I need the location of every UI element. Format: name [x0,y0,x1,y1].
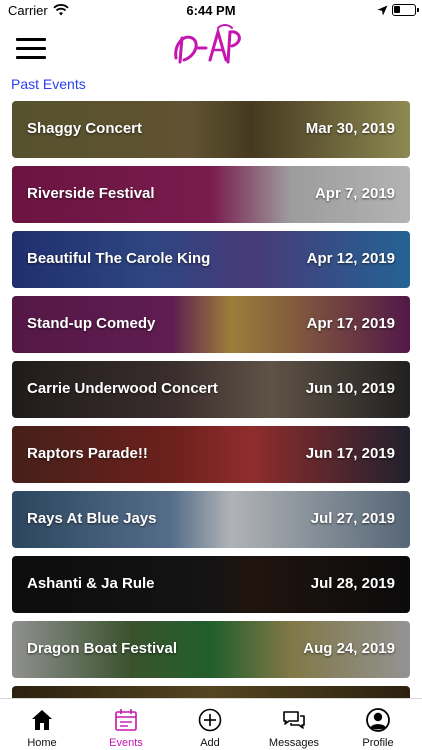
event-card[interactable]: Dragon Boat Festival Aug 24, 2019 [12,621,410,678]
event-card[interactable]: Shaggy Concert Mar 30, 2019 [12,101,410,158]
event-name: Carrie Underwood Concert [27,380,218,397]
tab-messages-label: Messages [268,737,320,749]
event-name: Beautiful The Carole King [27,250,211,267]
tab-events[interactable]: Events [84,699,168,750]
battery-icon [392,4,419,16]
tab-add-label: Add [200,737,220,749]
app-logo [174,24,241,64]
event-card[interactable]: Rays At Blue Jays Jul 27, 2019 [12,491,410,548]
tab-add[interactable]: Add [168,699,252,750]
event-date: Jul 28, 2019 [310,575,395,592]
event-date: Aug 24, 2019 [303,640,395,657]
event-date: Jun 17, 2019 [305,445,395,462]
events-list: Shaggy Concert Mar 30, 2019 Riverside Fe… [12,101,410,750]
nav-bar [0,22,422,72]
tab-home[interactable]: Home [0,699,84,750]
status-bar: Carrier 6:44 PM [0,0,422,22]
event-name: Shaggy Concert [27,120,143,137]
menu-button[interactable] [16,36,46,60]
event-name: Stand-up Comedy [27,315,156,332]
event-date: Jun 10, 2019 [305,380,395,397]
event-name: Raptors Parade!! [27,445,148,462]
event-name: Rays At Blue Jays [27,510,157,527]
tab-messages[interactable]: Messages [252,699,336,750]
event-card[interactable]: Riverside Festival Apr 7, 2019 [12,166,410,223]
event-date: Jul 27, 2019 [310,510,395,527]
tab-bar: Home Events Add Messages Profile [0,698,422,750]
event-card[interactable]: Beautiful The Carole King Apr 12, 2019 [12,231,410,288]
event-name: Dragon Boat Festival [27,640,178,657]
plus-circle-icon [198,708,222,732]
location-arrow-icon [377,5,388,16]
event-date: Apr 12, 2019 [306,250,395,267]
event-date: Apr 7, 2019 [314,185,395,202]
event-date: Apr 17, 2019 [306,315,395,332]
clock: 6:44 PM [186,3,236,18]
event-name: Ashanti & Ja Rule [27,575,155,592]
tab-events-label: Events [109,737,143,749]
event-card[interactable]: Stand-up Comedy Apr 17, 2019 [12,296,410,353]
event-card[interactable]: Carrie Underwood Concert Jun 10, 2019 [12,361,410,418]
event-card[interactable]: Ashanti & Ja Rule Jul 28, 2019 [12,556,410,613]
home-icon [32,710,52,730]
tab-profile[interactable]: Profile [336,699,420,750]
chat-icon [283,711,305,729]
tab-home-label: Home [27,737,57,749]
profile-icon [366,708,390,732]
tab-profile-label: Profile [362,737,394,749]
event-card[interactable]: Raptors Parade!! Jun 17, 2019 [12,426,410,483]
event-date: Mar 30, 2019 [305,120,395,137]
section-title-past-events: Past Events [11,76,86,92]
calendar-icon [115,709,137,731]
event-name: Riverside Festival [27,185,155,202]
